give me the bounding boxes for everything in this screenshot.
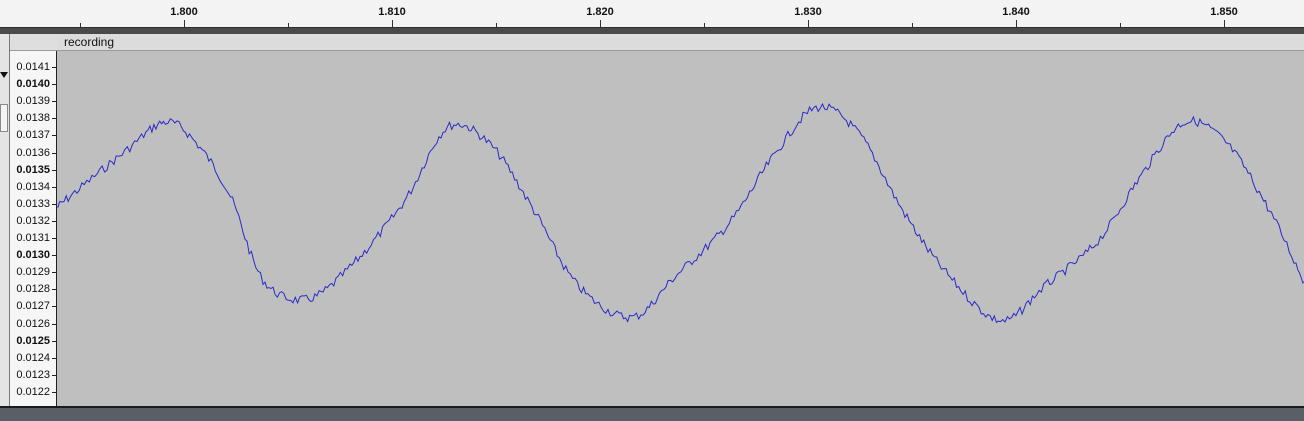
waveform-line: [57, 102, 1304, 324]
amplitude-label: 0.0139: [16, 95, 50, 108]
amplitude-tick: [52, 170, 56, 171]
track-control-panel: [0, 34, 10, 406]
amplitude-label: 0.0137: [16, 129, 50, 142]
amplitude-label: 0.0126: [16, 317, 50, 330]
track-menu-dropdown-icon[interactable]: [0, 72, 8, 78]
amplitude-tick: [52, 392, 56, 393]
timeline-ruler[interactable]: 1.800 1.810 1.820 1.830 1.840 1.850: [0, 0, 1304, 28]
timeline-label: 1.810: [378, 6, 406, 18]
amplitude-tick: [52, 306, 56, 307]
amplitude-tick: [52, 135, 56, 136]
amplitude-label: 0.0131: [16, 232, 50, 244]
timeline-label: 1.830: [794, 6, 822, 18]
amplitude-tick: [52, 67, 56, 68]
amplitude-label: 0.0123: [16, 368, 50, 381]
timeline-tick: [392, 20, 393, 27]
amplitude-label: 0.0128: [16, 283, 50, 296]
amplitude-label: 0.0134: [16, 180, 50, 193]
amplitude-label: 0.0129: [16, 266, 50, 279]
amplitude-tick: [52, 255, 56, 256]
amplitude-tick: [52, 187, 56, 188]
amplitude-label: 0.0125: [16, 334, 50, 347]
timeline-label: 1.800: [170, 6, 198, 18]
amplitude-tick: [52, 221, 56, 222]
amplitude-tick: [52, 341, 56, 342]
amplitude-tick: [52, 324, 56, 325]
amplitude-tick: [52, 238, 56, 239]
bottom-bar: [0, 406, 1304, 421]
timeline-label: 1.820: [586, 6, 614, 18]
amplitude-ruler: 0.0141 0.0140 0.0139 0.0138 0.0137 0.0136 0.01…: [10, 34, 57, 406]
amplitude-label: 0.0133: [16, 197, 50, 210]
amplitude-tick: [52, 101, 56, 102]
amplitude-tick: [52, 153, 56, 154]
amplitude-tick: [52, 84, 56, 85]
amplitude-label: 0.0140: [16, 78, 50, 91]
amplitude-label: 0.0138: [16, 112, 50, 125]
timeline-tick: [1016, 20, 1017, 27]
amplitude-label: 0.0136: [16, 146, 50, 159]
amplitude-ruler-header: [10, 34, 57, 51]
amplitude-tick: [52, 272, 56, 273]
amplitude-tick: [52, 289, 56, 290]
amplitude-label: 0.0127: [16, 300, 50, 313]
amplitude-label: 0.0132: [16, 214, 50, 227]
timeline-label: 1.850: [1210, 6, 1238, 18]
amplitude-label: 0.0141: [16, 61, 50, 73]
amplitude-tick: [52, 358, 56, 359]
timeline-tick: [1224, 20, 1225, 27]
amplitude-label: 0.0130: [16, 249, 50, 262]
track-control-slider[interactable]: [0, 104, 8, 132]
amplitude-tick: [52, 204, 56, 205]
amplitude-tick: [52, 375, 56, 376]
track-name: recording: [64, 35, 115, 49]
amplitude-label: 0.0135: [16, 163, 50, 176]
track-title-bar[interactable]: recording: [57, 34, 1304, 51]
waveform-area[interactable]: [57, 51, 1304, 406]
timeline-tick: [600, 20, 601, 27]
timeline-tick: [808, 20, 809, 27]
amplitude-label: 0.0122: [16, 385, 50, 398]
timeline-label: 1.840: [1002, 6, 1030, 18]
timeline-tick: [184, 20, 185, 27]
amplitude-label: 0.0124: [16, 351, 50, 364]
amplitude-tick: [52, 118, 56, 119]
waveform-svg: [57, 102, 1304, 324]
